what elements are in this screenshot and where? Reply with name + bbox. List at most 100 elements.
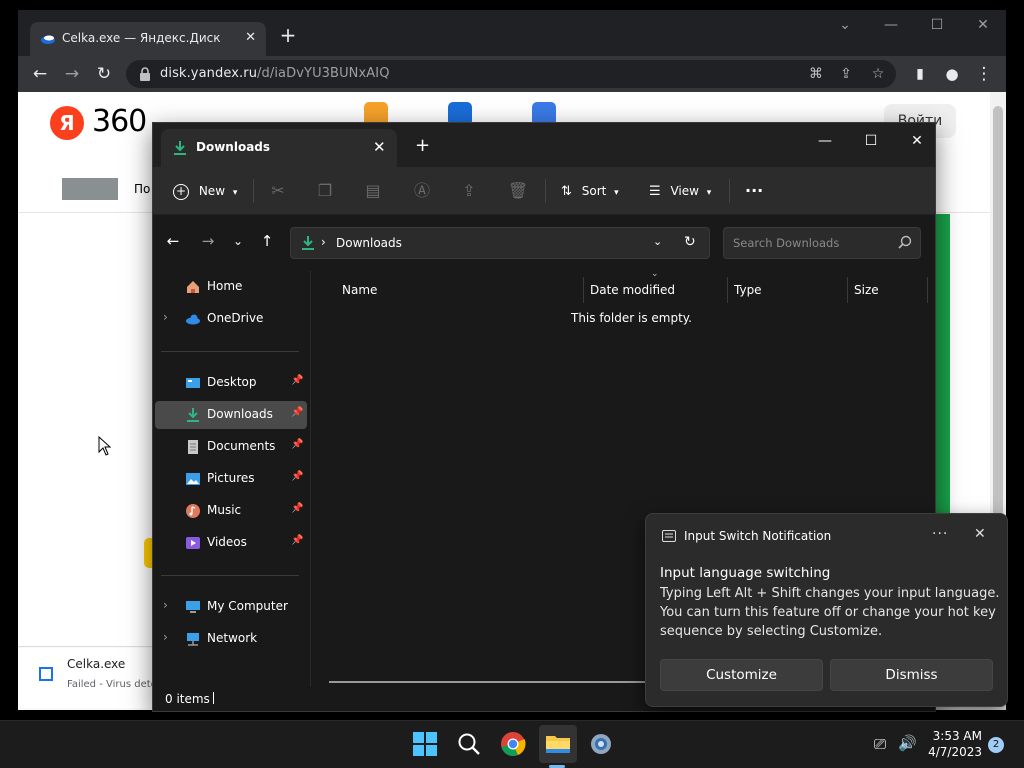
sidebar-item-home[interactable]: Home [155, 273, 307, 301]
customize-button[interactable]: Customize [660, 659, 823, 691]
column-separator[interactable] [583, 277, 584, 303]
rename-icon[interactable]: Ⓐ [408, 177, 436, 205]
dismiss-button[interactable]: Dismiss [830, 659, 993, 691]
translate-icon[interactable]: ⌘ [806, 64, 826, 84]
sidebar-item-music[interactable]: Music 📌 [155, 497, 307, 525]
forward-arrow-icon[interactable]: → [196, 229, 220, 253]
chevron-down-icon[interactable]: ⌄ [822, 10, 868, 40]
sidebar-item-label: Downloads [207, 407, 273, 421]
network-status-icon[interactable]: ⎚ [874, 735, 886, 753]
sidebar-item-onedrive[interactable]: › OneDrive [155, 305, 307, 333]
column-header-size[interactable]: Size [854, 277, 879, 303]
search-icon[interactable] [454, 729, 484, 759]
address-bar[interactable]: disk.yandex.ru/d/iaDvYU3BUNxAIQ ⌘ ⇪ ☆ [126, 60, 896, 88]
address-field[interactable]: › Downloads ⌄ ↻ [290, 227, 710, 259]
back-arrow-icon[interactable]: ← [26, 60, 54, 88]
sort-button-label: Sort [581, 184, 607, 198]
pin-icon[interactable]: 📌 [291, 375, 303, 386]
pin-icon[interactable]: 📌 [291, 535, 303, 546]
yandex-logo[interactable]: Я [50, 106, 84, 140]
explorer-tab[interactable]: Downloads ✕ [161, 129, 397, 167]
sidebar-item-downloads[interactable]: Downloads 📌 [155, 401, 307, 429]
more-options-button[interactable]: ··· [745, 177, 763, 205]
download-file-name: Celka.exe [67, 657, 126, 671]
forward-arrow-icon[interactable]: → [58, 60, 86, 88]
windows-start-icon[interactable] [410, 729, 440, 759]
videos-icon [186, 537, 200, 549]
refresh-icon[interactable]: ↻ [684, 234, 696, 250]
file-explorer-icon[interactable] [543, 729, 573, 759]
notification-count-badge[interactable]: 2 [988, 737, 1004, 753]
sidebar-item-pictures[interactable]: Pictures 📌 [155, 465, 307, 493]
minimize-icon[interactable]: — [868, 10, 914, 40]
clock-date[interactable]: 4/7/2023 [920, 745, 982, 759]
horizontal-scrollbar[interactable] [329, 681, 659, 683]
sidebar-item-label: Network [207, 631, 258, 645]
maximize-icon[interactable]: ☐ [854, 127, 888, 155]
download-button-edge[interactable] [936, 214, 950, 514]
address-history-chevron-icon[interactable]: ⌄ [653, 235, 662, 248]
up-arrow-icon[interactable]: ↑ [255, 229, 279, 253]
more-options-icon[interactable]: ··· [932, 526, 948, 542]
volume-icon[interactable]: 🔊 [898, 734, 917, 752]
taskbar: ⎚ 🔊 3:53 AM 4/7/2023 2 [0, 720, 1024, 768]
sort-button[interactable]: ⇅ Sort ▾ [561, 177, 619, 205]
menu-kebab-icon[interactable]: ⋮ [970, 60, 998, 88]
close-icon[interactable]: ✕ [974, 526, 986, 542]
new-tab-button[interactable]: + [415, 135, 430, 156]
maximize-icon[interactable]: ☐ [914, 10, 960, 40]
cut-icon[interactable]: ✂ [264, 177, 292, 205]
scrollbar-thumb[interactable] [993, 106, 1003, 516]
column-header-date-modified[interactable]: Date modified [590, 277, 675, 303]
close-tab-icon[interactable]: ✕ [373, 138, 386, 156]
expand-chevron-icon[interactable]: › [163, 598, 168, 612]
share-icon[interactable]: ⇪ [836, 64, 856, 84]
lock-icon [140, 67, 150, 81]
column-separator[interactable] [847, 277, 848, 303]
side-panel-icon[interactable]: ▮ [906, 60, 934, 88]
close-window-icon[interactable]: ✕ [900, 127, 934, 155]
copy-icon[interactable]: ❐ [311, 177, 339, 205]
bookmark-star-icon[interactable]: ☆ [868, 64, 888, 84]
sidebar-divider [161, 351, 299, 352]
minimize-icon[interactable]: — [808, 127, 842, 155]
sidebar-item-network[interactable]: › Network [155, 625, 307, 653]
pin-icon[interactable]: 📌 [291, 439, 303, 450]
column-header-type[interactable]: Type [734, 277, 762, 303]
search-icon[interactable] [896, 234, 914, 252]
column-separator[interactable] [927, 277, 928, 303]
sidebar-item-desktop[interactable]: Desktop 📌 [155, 369, 307, 397]
cloud-icon [186, 314, 200, 325]
delete-icon[interactable]: 🗑 [504, 177, 532, 205]
share-icon[interactable]: ⇪ [455, 177, 483, 205]
browser-tab[interactable]: Celka.exe — Яндекс.Диск ✕ [30, 22, 266, 56]
sort-chevron-icon: ⌄ [651, 269, 659, 279]
expand-chevron-icon[interactable]: › [163, 630, 168, 644]
address-label[interactable]: Downloads [336, 236, 402, 250]
close-tab-icon[interactable]: ✕ [245, 30, 256, 45]
pin-icon[interactable]: 📌 [291, 407, 303, 418]
column-header-name[interactable]: Name [342, 277, 377, 303]
sidebar-item-my-computer[interactable]: › My Computer [155, 593, 307, 621]
sidebar-item-label: Pictures [207, 471, 255, 485]
clock-time[interactable]: 3:53 AM [920, 729, 982, 743]
url-path: /d/iaDvYU3BUNxAIQ [257, 66, 390, 81]
paste-icon[interactable]: ▤ [359, 177, 387, 205]
sidebar-item-documents[interactable]: Documents 📌 [155, 433, 307, 461]
close-window-icon[interactable]: ✕ [960, 10, 1006, 40]
recent-locations-chevron-icon[interactable]: ⌄ [226, 229, 250, 253]
new-button[interactable]: + New ▾ [173, 177, 237, 205]
chrome-icon[interactable] [498, 729, 528, 759]
sidebar-item-videos[interactable]: Videos 📌 [155, 529, 307, 557]
profile-icon[interactable]: ● [938, 60, 966, 88]
column-separator[interactable] [727, 277, 728, 303]
pin-icon[interactable]: 📌 [291, 503, 303, 514]
settings-gear-icon[interactable] [586, 729, 616, 759]
back-arrow-icon[interactable]: ← [161, 229, 185, 253]
new-tab-button[interactable]: + [276, 24, 300, 48]
expand-chevron-icon[interactable]: › [163, 310, 168, 324]
pin-icon[interactable]: 📌 [291, 471, 303, 482]
view-button[interactable]: ☰ View ▾ [649, 177, 711, 205]
search-input[interactable]: Search Downloads [723, 227, 921, 259]
reload-icon[interactable]: ↻ [90, 60, 118, 88]
